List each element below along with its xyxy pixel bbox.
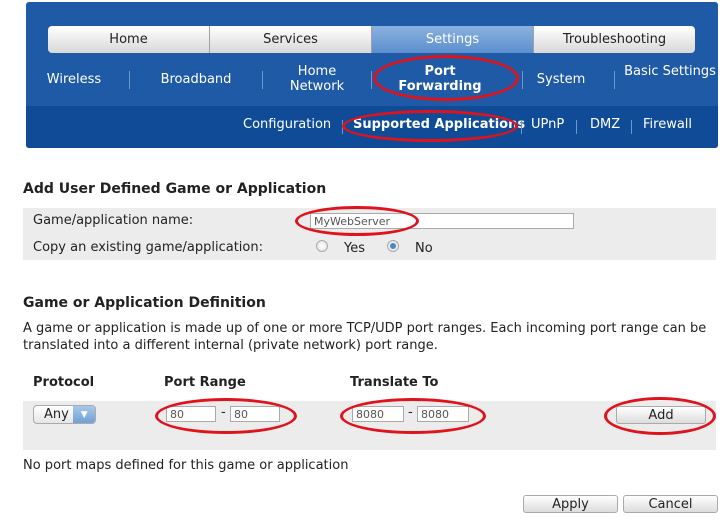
- copy-label: Copy an existing game/application:: [33, 240, 263, 255]
- copy-yes-radio[interactable]: [316, 240, 328, 252]
- column-header-protocol: Protocol: [33, 375, 95, 390]
- subnav-home-network[interactable]: Home Network: [282, 64, 352, 94]
- protocol-select[interactable]: Any ▼: [33, 405, 96, 424]
- empty-mappings-message: No port maps defined for this game or ap…: [23, 458, 349, 473]
- subnav-divider: [614, 71, 615, 89]
- chevron-down-icon[interactable]: ▼: [73, 406, 95, 423]
- thirdnav-upnp[interactable]: UPnP: [531, 117, 564, 132]
- application-name-input[interactable]: [310, 213, 574, 229]
- cancel-button[interactable]: Cancel: [623, 495, 718, 513]
- copy-yes-label: Yes: [344, 241, 365, 256]
- name-label: Game/application name:: [33, 213, 194, 228]
- subnav-divider: [129, 71, 130, 89]
- thirdnav-divider: [576, 120, 577, 134]
- subnav-divider: [371, 71, 372, 89]
- definition-description: A game or application is made up of one …: [23, 321, 707, 353]
- subnav-wireless[interactable]: Wireless: [32, 72, 116, 87]
- copy-no-radio[interactable]: [387, 240, 399, 252]
- tab-settings[interactable]: Settings: [372, 26, 534, 53]
- thirdnav-supported-applications[interactable]: Supported Applications: [353, 117, 525, 132]
- column-header-port-range: Port Range: [164, 375, 246, 390]
- settings-subnav: Wireless Broadband Home Network Port For…: [26, 60, 718, 100]
- translate-from-input[interactable]: [352, 406, 404, 422]
- thirdnav-firewall[interactable]: Firewall: [643, 117, 692, 132]
- apply-button[interactable]: Apply: [523, 495, 618, 513]
- subnav-system[interactable]: System: [526, 72, 596, 87]
- thirdnav-divider: [521, 120, 522, 134]
- add-section-heading: Add User Defined Game or Application: [23, 181, 327, 197]
- subnav-port-forwarding[interactable]: Port Forwarding: [394, 64, 486, 94]
- tab-troubleshooting[interactable]: Troubleshooting: [534, 26, 695, 53]
- translate-separator: -: [408, 405, 413, 420]
- tab-home[interactable]: Home: [48, 26, 210, 53]
- router-header: Home Services Settings Troubleshooting W…: [26, 2, 718, 148]
- add-mapping-button[interactable]: Add: [616, 406, 706, 424]
- port-range-from-input[interactable]: [166, 406, 216, 422]
- port-range-to-input[interactable]: [230, 406, 280, 422]
- thirdnav-divider: [342, 120, 343, 134]
- thirdnav-dmz[interactable]: DMZ: [590, 117, 620, 132]
- thirdnav-configuration[interactable]: Configuration: [243, 117, 331, 132]
- subnav-basic-settings[interactable]: Basic Settings: [624, 64, 716, 79]
- translate-to-input[interactable]: [417, 406, 469, 422]
- protocol-value: Any: [44, 407, 69, 422]
- port-forwarding-nav: Configuration Supported Applications UPn…: [26, 117, 718, 137]
- tab-services[interactable]: Services: [210, 26, 372, 53]
- main-tabs: Home Services Settings Troubleshooting: [48, 26, 695, 53]
- subnav-broadband[interactable]: Broadband: [146, 72, 246, 87]
- port-range-separator: -: [221, 405, 226, 420]
- subnav-divider: [262, 71, 263, 89]
- column-header-translate-to: Translate To: [350, 375, 439, 390]
- thirdnav-divider: [631, 120, 632, 134]
- copy-no-label: No: [415, 241, 433, 256]
- subnav-divider: [522, 71, 523, 89]
- definition-heading: Game or Application Definition: [23, 295, 266, 311]
